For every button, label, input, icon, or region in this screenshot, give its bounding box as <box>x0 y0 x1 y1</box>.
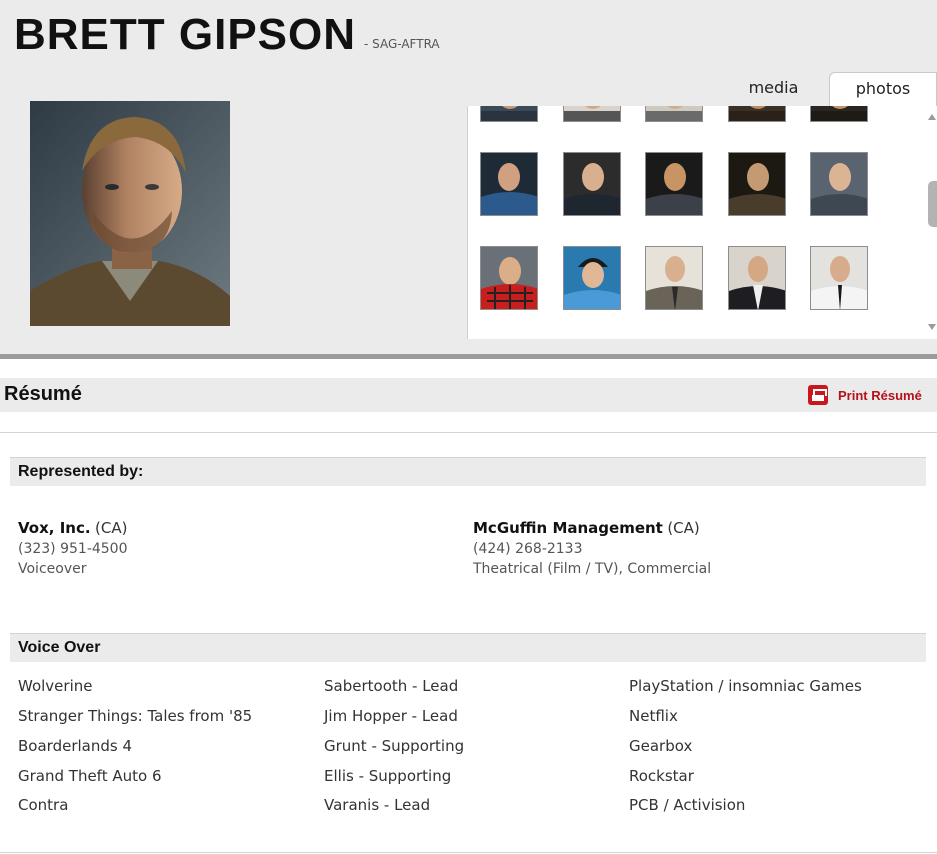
photo-thumbnail[interactable] <box>810 246 868 310</box>
photo-thumbnail[interactable] <box>645 106 703 122</box>
main-headshot[interactable] <box>30 101 230 326</box>
credit-project: Stranger Things: Tales from '85 <box>18 707 253 725</box>
agency-phone: (323) 951-4500 <box>18 541 128 557</box>
divider <box>0 432 937 433</box>
photo-thumbnail[interactable] <box>480 106 538 122</box>
credit-role: Ellis - Supporting <box>324 767 452 785</box>
photo-thumbnail[interactable] <box>810 106 868 122</box>
union-affiliation: - SAG-AFTRA <box>364 37 440 51</box>
credit-company: PlayStation / insomniac Games <box>629 677 862 695</box>
print-resume-link[interactable]: Print Résumé <box>808 385 922 405</box>
agency-location: (CA) <box>667 519 700 537</box>
scroll-down-arrow-icon[interactable] <box>928 324 936 330</box>
credit-role: Jim Hopper - Lead <box>324 707 458 725</box>
print-resume-label: Print Résumé <box>838 387 922 403</box>
credit-project: Wolverine <box>18 677 93 695</box>
agency-name: McGuffin Management <box>473 519 663 537</box>
section-title: Voice Over <box>18 639 101 656</box>
section-title: Represented by: <box>18 463 144 480</box>
credit-company: PCB / Activision <box>629 796 746 814</box>
agency-type: Voiceover <box>18 561 87 577</box>
photo-thumbnail[interactable] <box>728 152 786 216</box>
voice-over-header: Voice Over <box>10 633 926 662</box>
agency-location: (CA) <box>95 519 128 537</box>
credit-company: Gearbox <box>629 737 693 755</box>
resume-header-bar <box>0 378 937 412</box>
photo-thumbnail[interactable] <box>563 106 621 122</box>
credit-project: Boarderlands 4 <box>18 737 132 755</box>
photo-thumbnail[interactable] <box>480 246 538 310</box>
photo-thumbnail[interactable] <box>645 246 703 310</box>
credit-project: Contra <box>18 796 69 814</box>
resume-title: Résumé <box>4 383 82 405</box>
photo-thumbnail[interactable] <box>810 152 868 216</box>
tab-photos[interactable]: photos <box>829 72 937 107</box>
header-divider <box>0 354 937 359</box>
agency-mcguffin: McGuffin Management (CA) (424) 268-2133 … <box>473 518 711 579</box>
agency-name: Vox, Inc. <box>18 519 91 537</box>
scrollbar-thumb[interactable] <box>928 181 937 227</box>
credit-role: Varanis - Lead <box>324 796 431 814</box>
photo-thumbnail[interactable] <box>728 106 786 122</box>
agency-phone: (424) 268-2133 <box>473 541 583 557</box>
credit-company: Rockstar <box>629 767 694 785</box>
divider <box>0 852 937 853</box>
credit-role: Sabertooth - Lead <box>324 677 459 695</box>
photo-thumbnail[interactable] <box>728 246 786 310</box>
credit-project: Grand Theft Auto 6 <box>18 767 162 785</box>
credit-company: Netflix <box>629 707 678 725</box>
actor-name: BRETT GIPSON <box>14 10 357 59</box>
represented-by-header: Represented by: <box>10 457 926 486</box>
agency-type: Theatrical (Film / TV), Commercial <box>473 561 712 577</box>
printer-icon <box>808 385 828 405</box>
scroll-up-arrow-icon[interactable] <box>928 114 936 120</box>
photo-thumbnail[interactable] <box>563 152 621 216</box>
credit-role: Grunt - Supporting <box>324 737 465 755</box>
photo-thumbnail[interactable] <box>645 152 703 216</box>
photo-thumbnail[interactable] <box>480 152 538 216</box>
photo-gallery <box>467 106 937 339</box>
agency-vox: Vox, Inc. (CA) (323) 951-4500 Voiceover <box>18 518 128 579</box>
tab-media[interactable]: media <box>730 73 817 108</box>
photo-thumbnail[interactable] <box>563 246 621 310</box>
